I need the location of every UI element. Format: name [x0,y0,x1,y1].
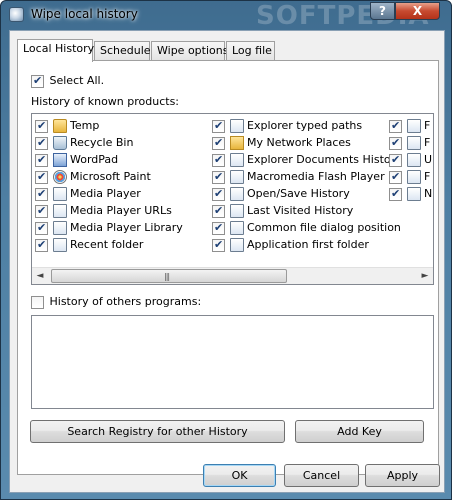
select-all-label: Select All. [49,74,105,87]
item-checkbox[interactable] [35,136,48,150]
document-icon [230,187,244,201]
item-label: Recent folder [70,238,144,251]
app-gear-icon [9,7,24,22]
item-label: Common file dialog position [247,221,401,234]
item-label: U [424,153,433,166]
item-label: Explorer Documents History [247,153,402,166]
document-icon [407,136,421,150]
item-checkbox[interactable] [212,204,225,218]
item-checkbox[interactable] [212,153,225,167]
item-checkbox[interactable] [35,221,48,235]
item-checkbox[interactable] [35,204,48,218]
item-checkbox[interactable] [212,187,225,201]
select-all-check-box[interactable] [31,74,44,88]
item-label: Temp [70,119,100,132]
help-button[interactable]: ? [370,2,395,20]
item-label: Explorer typed paths [247,119,363,132]
item-checkbox[interactable] [35,119,48,133]
item-checkbox[interactable] [35,187,48,201]
network-places-icon [230,136,244,150]
item-checkbox[interactable] [389,187,402,201]
item-label: Macromedia Flash Player [247,170,385,183]
item-checkbox[interactable] [212,221,225,235]
tab-log-file[interactable]: Log file [226,41,275,61]
item-label: F [424,170,431,183]
tab-wipe-options[interactable]: Wipe options [151,41,228,61]
item-label: F [424,136,431,149]
scrollbar-thumb[interactable]: ||| [51,269,287,283]
search-registry-button[interactable]: Search Registry for other History [30,420,285,443]
known-products-list[interactable]: Temp Recycle Bin WordPad Microsoft Paint [31,113,434,285]
item-checkbox[interactable] [389,170,402,184]
item-label: Media Player [70,187,141,200]
tab-local-history[interactable]: Local History [17,39,94,62]
dialog-client: Local History Schedule Wipe options Log … [9,30,445,493]
others-programs-checkbox[interactable]: History of others programs: [31,295,201,309]
folder-icon [53,119,67,133]
title-bar[interactable]: Wipe local history SOFTPEDIA ? X [1,1,451,31]
document-icon [230,119,244,133]
item-label: Recycle Bin [70,136,134,149]
paint-icon [53,170,67,184]
scroll-left-icon[interactable]: ◄ [35,271,45,281]
recycle-bin-icon [53,136,67,150]
item-checkbox[interactable] [212,170,225,184]
item-checkbox[interactable] [35,170,48,184]
item-checkbox[interactable] [35,153,48,167]
apply-button[interactable]: Apply [365,464,440,487]
document-icon [407,170,421,184]
item-label: Last Visited History [247,204,354,217]
document-icon [53,238,67,252]
document-icon [53,187,67,201]
cancel-button[interactable]: Cancel [284,464,359,487]
select-all-checkbox[interactable]: Select All. [31,74,104,88]
document-icon [230,204,244,218]
dialog-window: Wipe local history SOFTPEDIA ? X Local H… [0,0,452,500]
item-label: N [424,187,433,200]
item-label: Application first folder [247,238,369,251]
item-checkbox[interactable] [212,238,225,252]
document-icon [53,221,67,235]
close-button[interactable]: X [395,2,440,20]
others-programs-list[interactable] [31,315,434,409]
item-checkbox[interactable] [389,119,402,133]
item-checkbox[interactable] [212,119,225,133]
item-checkbox[interactable] [389,153,402,167]
grip-icon: ||| [164,272,170,281]
document-icon [407,153,421,167]
document-icon [407,187,421,201]
document-icon [230,238,244,252]
document-icon [230,221,244,235]
wordpad-icon [53,153,67,167]
scroll-right-icon[interactable]: ► [420,271,430,281]
item-checkbox[interactable] [35,238,48,252]
add-key-button[interactable]: Add Key [295,420,424,443]
document-icon [230,170,244,184]
others-check-box[interactable] [31,295,44,309]
item-label: Microsoft Paint [70,170,151,183]
item-label: Open/Save History [247,187,350,200]
item-label: WordPad [70,153,119,166]
item-label: Media Player Library [70,221,183,234]
others-programs-label: History of others programs: [49,295,202,308]
item-label: Media Player URLs [70,204,172,217]
item-checkbox[interactable] [212,136,225,150]
document-icon [230,153,244,167]
window-title: Wipe local history [31,7,138,21]
item-checkbox[interactable] [389,136,402,150]
tab-schedule[interactable]: Schedule [94,41,151,61]
horizontal-scrollbar[interactable]: ◄ ||| ► [32,267,433,284]
document-icon [407,119,421,133]
known-products-label: History of known products: [31,95,180,108]
item-label: My Network Places [247,136,351,149]
ok-button[interactable]: OK [203,464,276,487]
item-label: F [424,119,431,132]
document-icon [53,204,67,218]
